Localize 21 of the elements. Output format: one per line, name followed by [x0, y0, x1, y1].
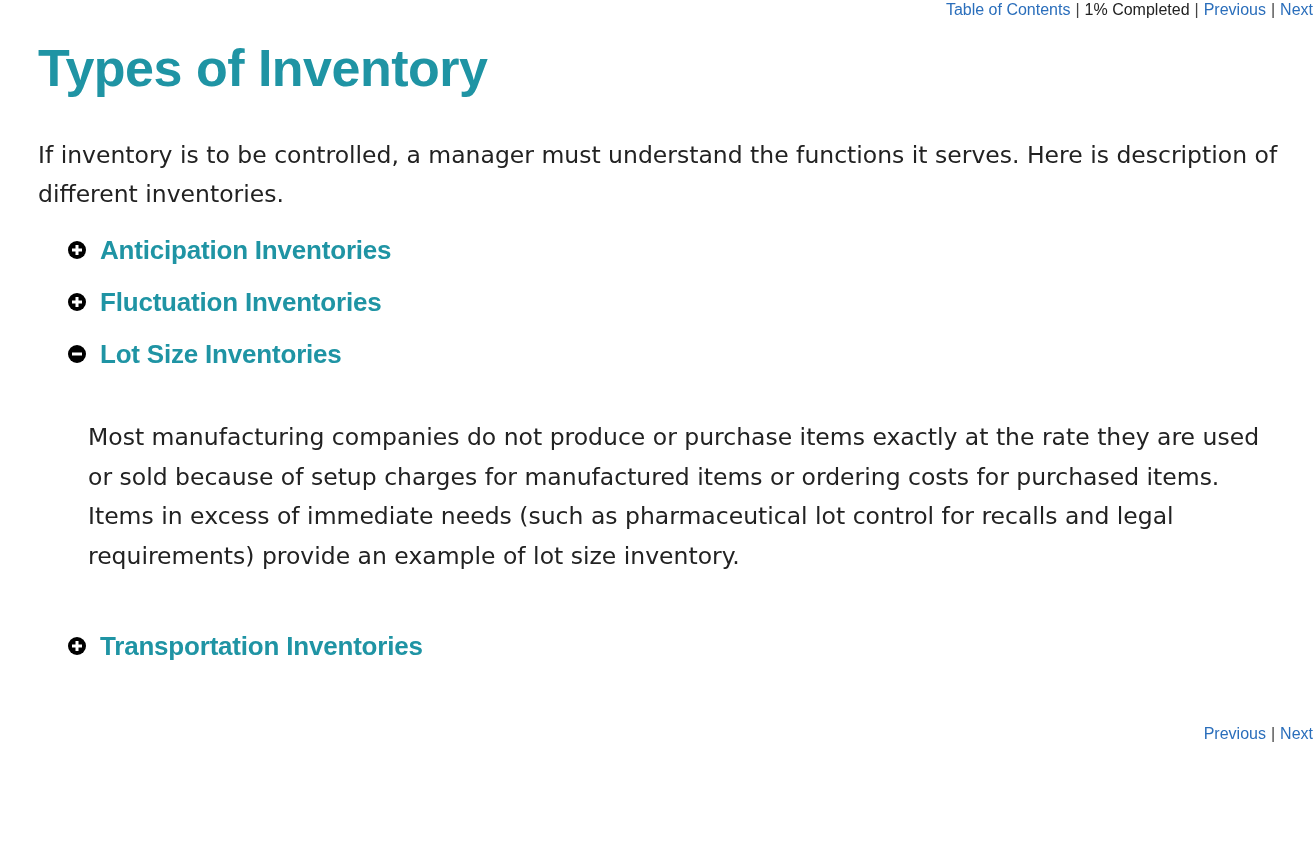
- separator: |: [1269, 0, 1277, 20]
- separator: |: [1269, 724, 1277, 744]
- intro-text: If inventory is to be controlled, a manager must understand the functions it serves. Here is description of different inventories.: [38, 140, 1279, 210]
- plus-circle-icon[interactable]: [68, 637, 86, 655]
- nav-link[interactable]: Next: [1280, 0, 1313, 20]
- section-text: Most manufacturing companies do not produce or purchase items exactly at the rate they are used or sold because of setup charges for manufactured items or ordering costs for purchased items. Items in excess of immediate needs (such as pharmaceutical lot control for recalls and legal requirements) provide an example of lot size inventory.: [87, 422, 1261, 572]
- plus-circle-icon[interactable]: [68, 293, 86, 311]
- separator: |: [1074, 0, 1081, 20]
- plus-circle-icon[interactable]: [68, 241, 86, 259]
- page-title: Types of Inventory: [38, 38, 489, 98]
- section-heading-link[interactable]: Fluctuation Inventories: [100, 286, 382, 318]
- nav-link[interactable]: Next: [1280, 724, 1313, 744]
- separator: |: [1193, 0, 1200, 20]
- nav-link[interactable]: Previous: [1203, 0, 1266, 20]
- section-heading-link[interactable]: Transportation Inventories: [100, 630, 423, 662]
- section-heading-link[interactable]: Lot Size Inventories: [100, 338, 342, 370]
- nav-link[interactable]: Table of Contents: [945, 0, 1071, 20]
- progress-text: 1% Completed: [1084, 0, 1190, 20]
- minus-circle-icon[interactable]: [68, 345, 86, 363]
- section-heading-link[interactable]: Anticipation Inventories: [100, 234, 392, 266]
- nav-link[interactable]: Previous: [1203, 724, 1266, 744]
